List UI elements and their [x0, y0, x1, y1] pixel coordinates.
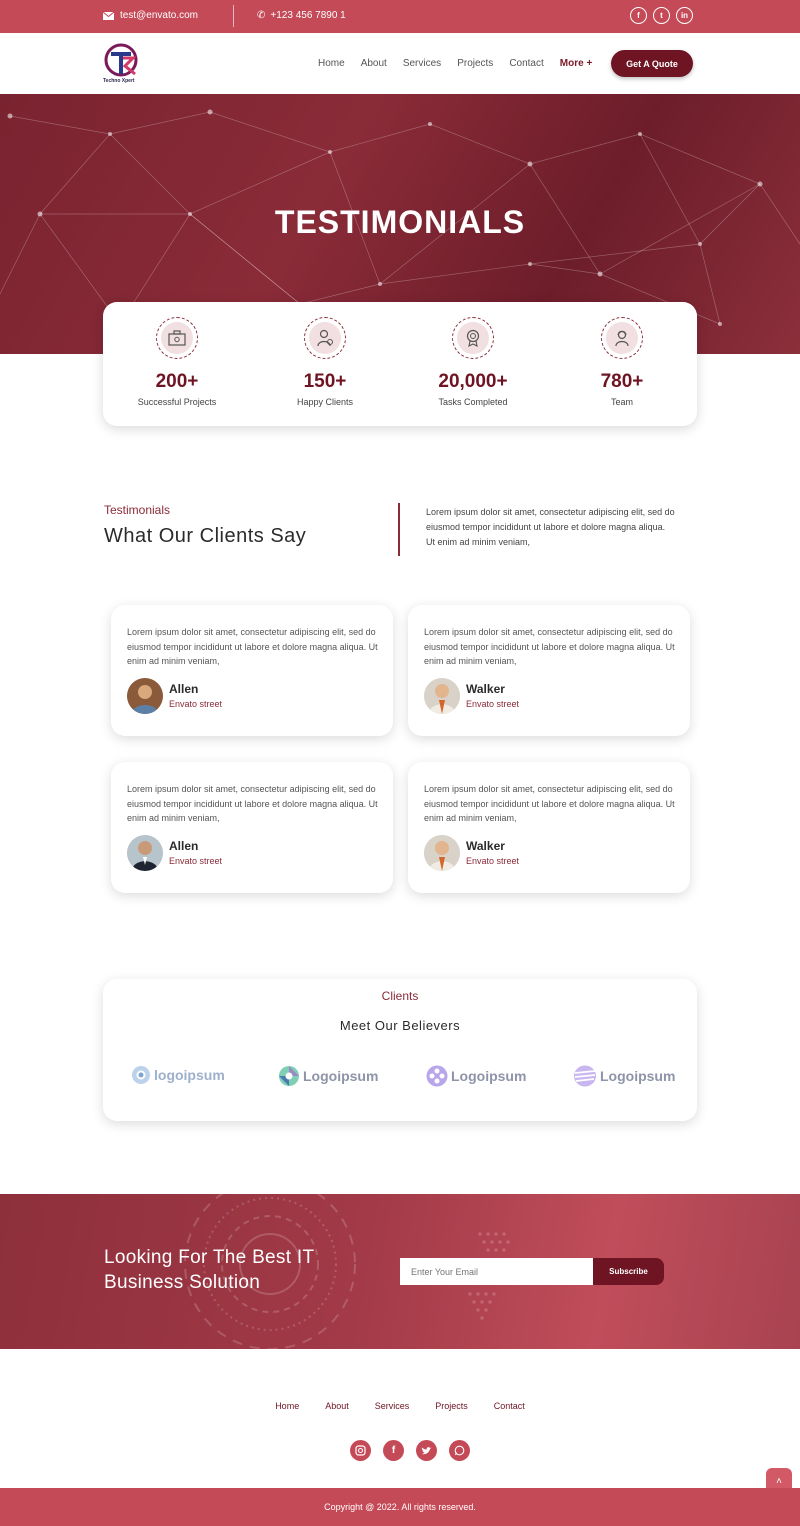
- site-logo[interactable]: Techno Xpert: [103, 42, 141, 86]
- briefcase-icon: [156, 317, 198, 359]
- award-icon: [452, 317, 494, 359]
- logoipsum-icon: [279, 1066, 299, 1086]
- footer-socials: f: [350, 1440, 470, 1461]
- clients-card: Clients Meet Our Believers logoipsum Log…: [103, 979, 697, 1121]
- nav-services[interactable]: Services: [403, 58, 441, 69]
- client-logo-text: logoipsum: [154, 1067, 225, 1083]
- avatar: [424, 835, 460, 871]
- instagram-icon[interactable]: [350, 1440, 371, 1461]
- client-logo[interactable]: logoipsum: [131, 1065, 225, 1085]
- testimonial-street: Envato street: [466, 856, 520, 866]
- testimonial-name: Walker: [466, 682, 505, 696]
- footer-nav-home[interactable]: Home: [275, 1401, 299, 1411]
- testimonial-street: Envato street: [466, 699, 520, 709]
- nav-contact[interactable]: Contact: [509, 58, 543, 69]
- email-input[interactable]: [400, 1258, 593, 1285]
- avatar: [424, 678, 460, 714]
- stat-value: 150+: [303, 371, 347, 392]
- main-nav: Home About Services Projects Contact Mor…: [318, 58, 608, 69]
- chevron-up-icon: ˄: [776, 1475, 782, 1487]
- avatar: [127, 835, 163, 871]
- testimonial-street: Envato street: [169, 856, 223, 866]
- testimonial-text: Lorem ipsum dolor sit amet, consectetur …: [424, 784, 675, 823]
- client-logo-text: Logoipsum: [303, 1068, 379, 1084]
- topbar-phone-text: +123 456 7890 1: [270, 10, 346, 21]
- logo-mark-icon: [104, 43, 138, 77]
- nav-projects[interactable]: Projects: [457, 58, 493, 69]
- topbar-email-text: test@envato.com: [120, 10, 198, 21]
- testimonial-card: Lorem ipsum dolor sit amet, consectetur …: [408, 605, 690, 736]
- footer-nav: Home About Services Projects Contact: [0, 1401, 800, 1411]
- topbar-divider: [233, 5, 234, 27]
- clients-title: Meet Our Believers: [339, 1018, 461, 1033]
- stats-card: 200+ Successful Projects 150+ Happy Clie…: [103, 302, 697, 426]
- stat-label: Successful Projects: [137, 397, 217, 407]
- testimonials-title: What Our Clients Say: [104, 525, 307, 547]
- phone-icon: ✆: [257, 10, 266, 21]
- twitter-icon[interactable]: [416, 1440, 437, 1461]
- testimonial-card: Lorem ipsum dolor sit amet, consectetur …: [111, 762, 393, 893]
- logoipsum-icon: [574, 1065, 596, 1087]
- get-quote-button[interactable]: Get A Quote: [611, 50, 693, 77]
- testimonial-text: Lorem ipsum dolor sit amet, consectetur …: [127, 627, 378, 666]
- testimonial-card: Lorem ipsum dolor sit amet, consectetur …: [408, 762, 690, 893]
- footer-nav-contact[interactable]: Contact: [494, 1401, 525, 1411]
- testimonial-street: Envato street: [169, 699, 223, 709]
- footer-bar: Copyright @ 2022. All rights reserved.: [0, 1488, 800, 1526]
- mail-icon: [103, 11, 114, 20]
- footer-nav-about[interactable]: About: [325, 1401, 349, 1411]
- stat-tasks: 20,000+ Tasks Completed: [399, 317, 547, 407]
- stat-value: 200+: [155, 371, 199, 392]
- client-icon: [304, 317, 346, 359]
- testimonial-name: Walker: [466, 839, 505, 853]
- topbar-email[interactable]: test@envato.com: [103, 10, 198, 21]
- linkedin-icon[interactable]: in: [676, 7, 693, 24]
- stat-value: 20,000+: [438, 371, 508, 392]
- client-logo[interactable]: Logoipsum: [426, 1065, 526, 1087]
- whatsapp-icon[interactable]: [449, 1440, 470, 1461]
- testimonials-eyebrow: Testimonials: [104, 503, 171, 517]
- logoipsum-icon: [426, 1065, 448, 1087]
- clients-eyebrow: Clients: [381, 989, 419, 1003]
- team-icon: [601, 317, 643, 359]
- stat-label: Team: [610, 397, 633, 407]
- client-logo-text: Logoipsum: [600, 1068, 676, 1084]
- nav-about[interactable]: About: [361, 58, 387, 69]
- cta-title: Looking For The Best IT Business Solutio…: [104, 1247, 315, 1293]
- stat-clients: 150+ Happy Clients: [251, 317, 399, 407]
- client-logo[interactable]: Logoipsum: [573, 1065, 675, 1087]
- testimonial-name: Allen: [169, 839, 199, 853]
- testimonial-name: Allen: [169, 682, 199, 696]
- avatar: [127, 678, 163, 714]
- copyright-text: Copyright @ 2022. All rights reserved.: [324, 1502, 476, 1512]
- footer-nav-services[interactable]: Services: [375, 1401, 410, 1411]
- navbar: Techno Xpert Home About Services Project…: [0, 33, 800, 94]
- logoipsum-icon: [132, 1066, 150, 1084]
- stat-value: 780+: [600, 371, 644, 392]
- logo-text: Techno Xpert: [103, 78, 135, 84]
- newsletter-banner: Looking For The Best IT Business Solutio…: [0, 1194, 800, 1349]
- client-logo[interactable]: Logoipsum: [278, 1065, 378, 1087]
- facebook-icon[interactable]: f: [383, 1440, 404, 1461]
- topbar-phone[interactable]: ✆ +123 456 7890 1: [257, 10, 346, 21]
- stat-projects: 200+ Successful Projects: [103, 317, 251, 407]
- testimonial-card: Lorem ipsum dolor sit amet, consectetur …: [111, 605, 393, 736]
- topbar-socials: f t in: [630, 7, 693, 24]
- nav-more[interactable]: More +: [560, 58, 593, 69]
- subscribe-button[interactable]: Subscribe: [593, 1258, 664, 1285]
- facebook-icon[interactable]: f: [630, 7, 647, 24]
- testimonial-text: Lorem ipsum dolor sit amet, consectetur …: [424, 627, 675, 666]
- testimonial-text: Lorem ipsum dolor sit amet, consectetur …: [127, 784, 378, 823]
- nav-home[interactable]: Home: [318, 58, 345, 69]
- top-bar: test@envato.com ✆ +123 456 7890 1 f t in: [0, 0, 800, 33]
- footer-nav-projects[interactable]: Projects: [435, 1401, 468, 1411]
- client-logo-text: Logoipsum: [451, 1068, 527, 1084]
- stat-team: 780+ Team: [548, 317, 696, 407]
- page-title: TESTIMONIALS: [274, 204, 526, 240]
- stat-label: Happy Clients: [296, 397, 354, 407]
- twitter-icon[interactable]: t: [653, 7, 670, 24]
- section-divider: [398, 503, 400, 556]
- testimonials-description: Lorem ipsum dolor sit amet, consectetur …: [426, 507, 675, 547]
- stat-label: Tasks Completed: [438, 397, 508, 407]
